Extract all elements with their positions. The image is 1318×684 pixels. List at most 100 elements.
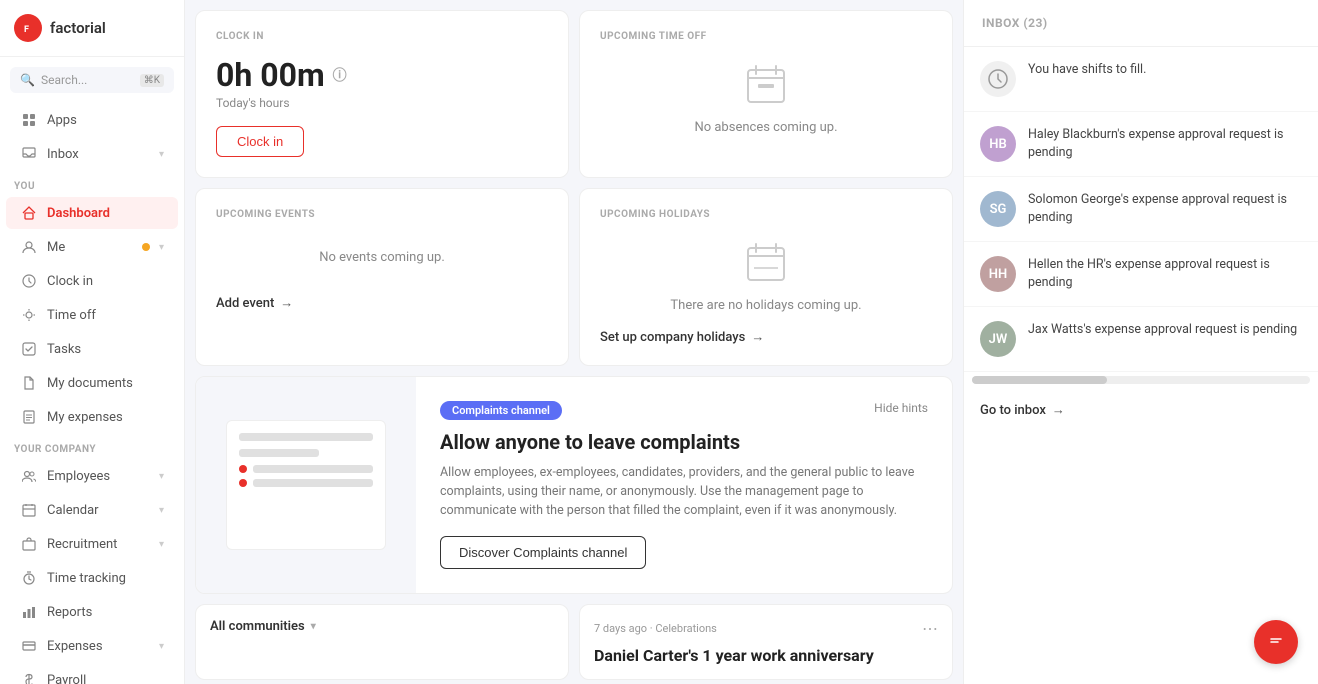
recruitment-label: Recruitment <box>47 537 150 552</box>
jax-text: Jax Watts's expense approval request is … <box>1028 321 1297 339</box>
bar-chart-icon <box>20 603 38 621</box>
sidebar-item-calendar[interactable]: Calendar ▾ <box>6 494 178 526</box>
add-event-link[interactable]: Add event → <box>216 295 548 311</box>
clock-in-button[interactable]: Clock in <box>216 126 304 157</box>
haley-text: Haley Blackburn's expense approval reque… <box>1028 126 1302 161</box>
sidebar-item-dashboard[interactable]: Dashboard <box>6 197 178 229</box>
time-off-card-label: UPCOMING TIME OFF <box>600 31 932 42</box>
clock-avatar <box>980 61 1016 97</box>
timetracking-label: Time tracking <box>47 571 164 586</box>
svg-text:F: F <box>24 25 29 35</box>
expenses-label: Expenses <box>47 639 150 654</box>
upcoming-holidays-card: UPCOMING HOLIDAYS There are no holidays … <box>579 188 953 366</box>
sidebar-item-mydocs[interactable]: My documents <box>6 367 178 399</box>
time-off-empty-text: No absences coming up. <box>600 120 932 135</box>
setup-holidays-link[interactable]: Set up company holidays → <box>600 329 932 345</box>
hint-card-preview <box>196 377 416 593</box>
inbox-item-hellen[interactable]: HH Hellen the HR's expense approval requ… <box>964 242 1318 307</box>
discover-complaints-button[interactable]: Discover Complaints channel <box>440 536 646 569</box>
search-placeholder: Search... <box>41 73 87 87</box>
sidebar-item-inbox[interactable]: Inbox ▾ <box>6 138 178 170</box>
sidebar-item-recruitment[interactable]: Recruitment ▾ <box>6 528 178 560</box>
clock-in-card-label: CLOCK IN <box>216 31 548 42</box>
community-chevron-icon: ▾ <box>311 621 316 632</box>
upcoming-time-off-card: UPCOMING TIME OFF No absences coming up. <box>579 10 953 178</box>
preview-dot-2 <box>239 479 247 487</box>
logo-text: factorial <box>50 19 106 37</box>
inbox-item-jax[interactable]: JW Jax Watts's expense approval request … <box>964 307 1318 372</box>
complaints-badge: Complaints channel <box>440 401 562 420</box>
timeoff-label: Time off <box>47 308 164 323</box>
logo: F factorial <box>0 0 184 57</box>
events-empty-text: No events coming up. <box>216 250 548 265</box>
solomon-avatar: SG <box>980 191 1016 227</box>
inbox-item-solomon[interactable]: SG Solomon George's expense approval req… <box>964 177 1318 242</box>
sidebar-item-payroll[interactable]: Payroll <box>6 664 178 684</box>
hint-description: Allow employees, ex-employees, candidate… <box>440 464 928 520</box>
sun-icon <box>20 306 38 324</box>
expenses-chevron-icon: ▾ <box>159 641 164 652</box>
clock-icon <box>20 272 38 290</box>
credit-card-icon <box>20 637 38 655</box>
preview-line-4 <box>253 479 373 487</box>
sidebar-item-apps[interactable]: Apps <box>6 104 178 136</box>
search-icon: 🔍 <box>20 73 35 87</box>
sidebar-item-myexpenses[interactable]: My expenses <box>6 401 178 433</box>
info-icon: ⓘ <box>333 65 347 85</box>
sidebar-item-employees[interactable]: Employees ▾ <box>6 460 178 492</box>
timer-icon <box>20 569 38 587</box>
post-time: 7 days ago · Celebrations <box>594 622 717 635</box>
users-icon <box>20 467 38 485</box>
inbox-item-shifts[interactable]: You have shifts to fill. <box>964 47 1318 112</box>
holidays-card-label: UPCOMING HOLIDAYS <box>600 209 932 220</box>
hint-card: Complaints channel Hide hints Allow anyo… <box>195 376 953 594</box>
holidays-empty-icon <box>600 240 932 288</box>
calendar-icon <box>20 501 38 519</box>
logo-icon: F <box>14 14 42 42</box>
employees-label: Employees <box>47 469 150 484</box>
recruitment-chevron-icon: ▾ <box>159 539 164 550</box>
add-event-arrow-icon: → <box>280 295 293 311</box>
preview-document <box>226 420 386 550</box>
sidebar-item-expenses[interactable]: Expenses ▾ <box>6 630 178 662</box>
setup-holidays-arrow-icon: → <box>751 329 764 345</box>
all-communities-label: All communities <box>210 619 305 634</box>
inbox-footer-link[interactable]: Go to inbox → <box>964 388 1318 432</box>
me-label: Me <box>47 240 133 255</box>
community-header[interactable]: All communities ▾ <box>210 619 554 634</box>
preview-dot-1 <box>239 465 247 473</box>
inbox-label: Inbox <box>47 147 150 162</box>
chat-button[interactable] <box>1254 620 1298 664</box>
search-bar[interactable]: 🔍 Search... ⌘K <box>10 67 174 93</box>
company-section-label: Your Company <box>0 434 184 459</box>
sidebar-item-timeoff[interactable]: Time off <box>6 299 178 331</box>
hide-hints-button[interactable]: Hide hints <box>874 401 928 415</box>
inbox-scrollbar-thumb <box>972 376 1107 384</box>
briefcase-icon <box>20 535 38 553</box>
inbox-scrollbar[interactable] <box>972 376 1310 384</box>
grid-icon <box>20 111 38 129</box>
post-title: Daniel Carter's 1 year work anniversary <box>594 646 938 665</box>
payroll-label: Payroll <box>47 673 164 684</box>
solomon-text: Solomon George's expense approval reques… <box>1028 191 1302 226</box>
reports-label: Reports <box>47 605 164 620</box>
home-icon <box>20 204 38 222</box>
file-icon <box>20 374 38 392</box>
preview-dot-row-2 <box>239 479 373 487</box>
sidebar-item-clockin[interactable]: Clock in <box>6 265 178 297</box>
preview-line-3 <box>253 465 373 473</box>
user-icon <box>20 238 38 256</box>
post-menu-icon[interactable]: ⋯ <box>922 619 938 638</box>
clock-today-label: Today's hours <box>216 96 548 110</box>
inbox-item-haley[interactable]: HB Haley Blackburn's expense approval re… <box>964 112 1318 177</box>
search-bar-left: 🔍 Search... <box>20 73 87 87</box>
clock-in-time: 0h 00m ⓘ <box>216 56 548 94</box>
hellen-text: Hellen the HR's expense approval request… <box>1028 256 1302 291</box>
sidebar-item-reports[interactable]: Reports <box>6 596 178 628</box>
sidebar-item-me[interactable]: Me ▾ <box>6 231 178 263</box>
sidebar-item-timetracking[interactable]: Time tracking <box>6 562 178 594</box>
inbox-icon <box>20 145 38 163</box>
community-card: All communities ▾ <box>195 604 569 680</box>
sidebar-item-tasks[interactable]: Tasks <box>6 333 178 365</box>
me-chevron-icon: ▾ <box>159 242 164 253</box>
